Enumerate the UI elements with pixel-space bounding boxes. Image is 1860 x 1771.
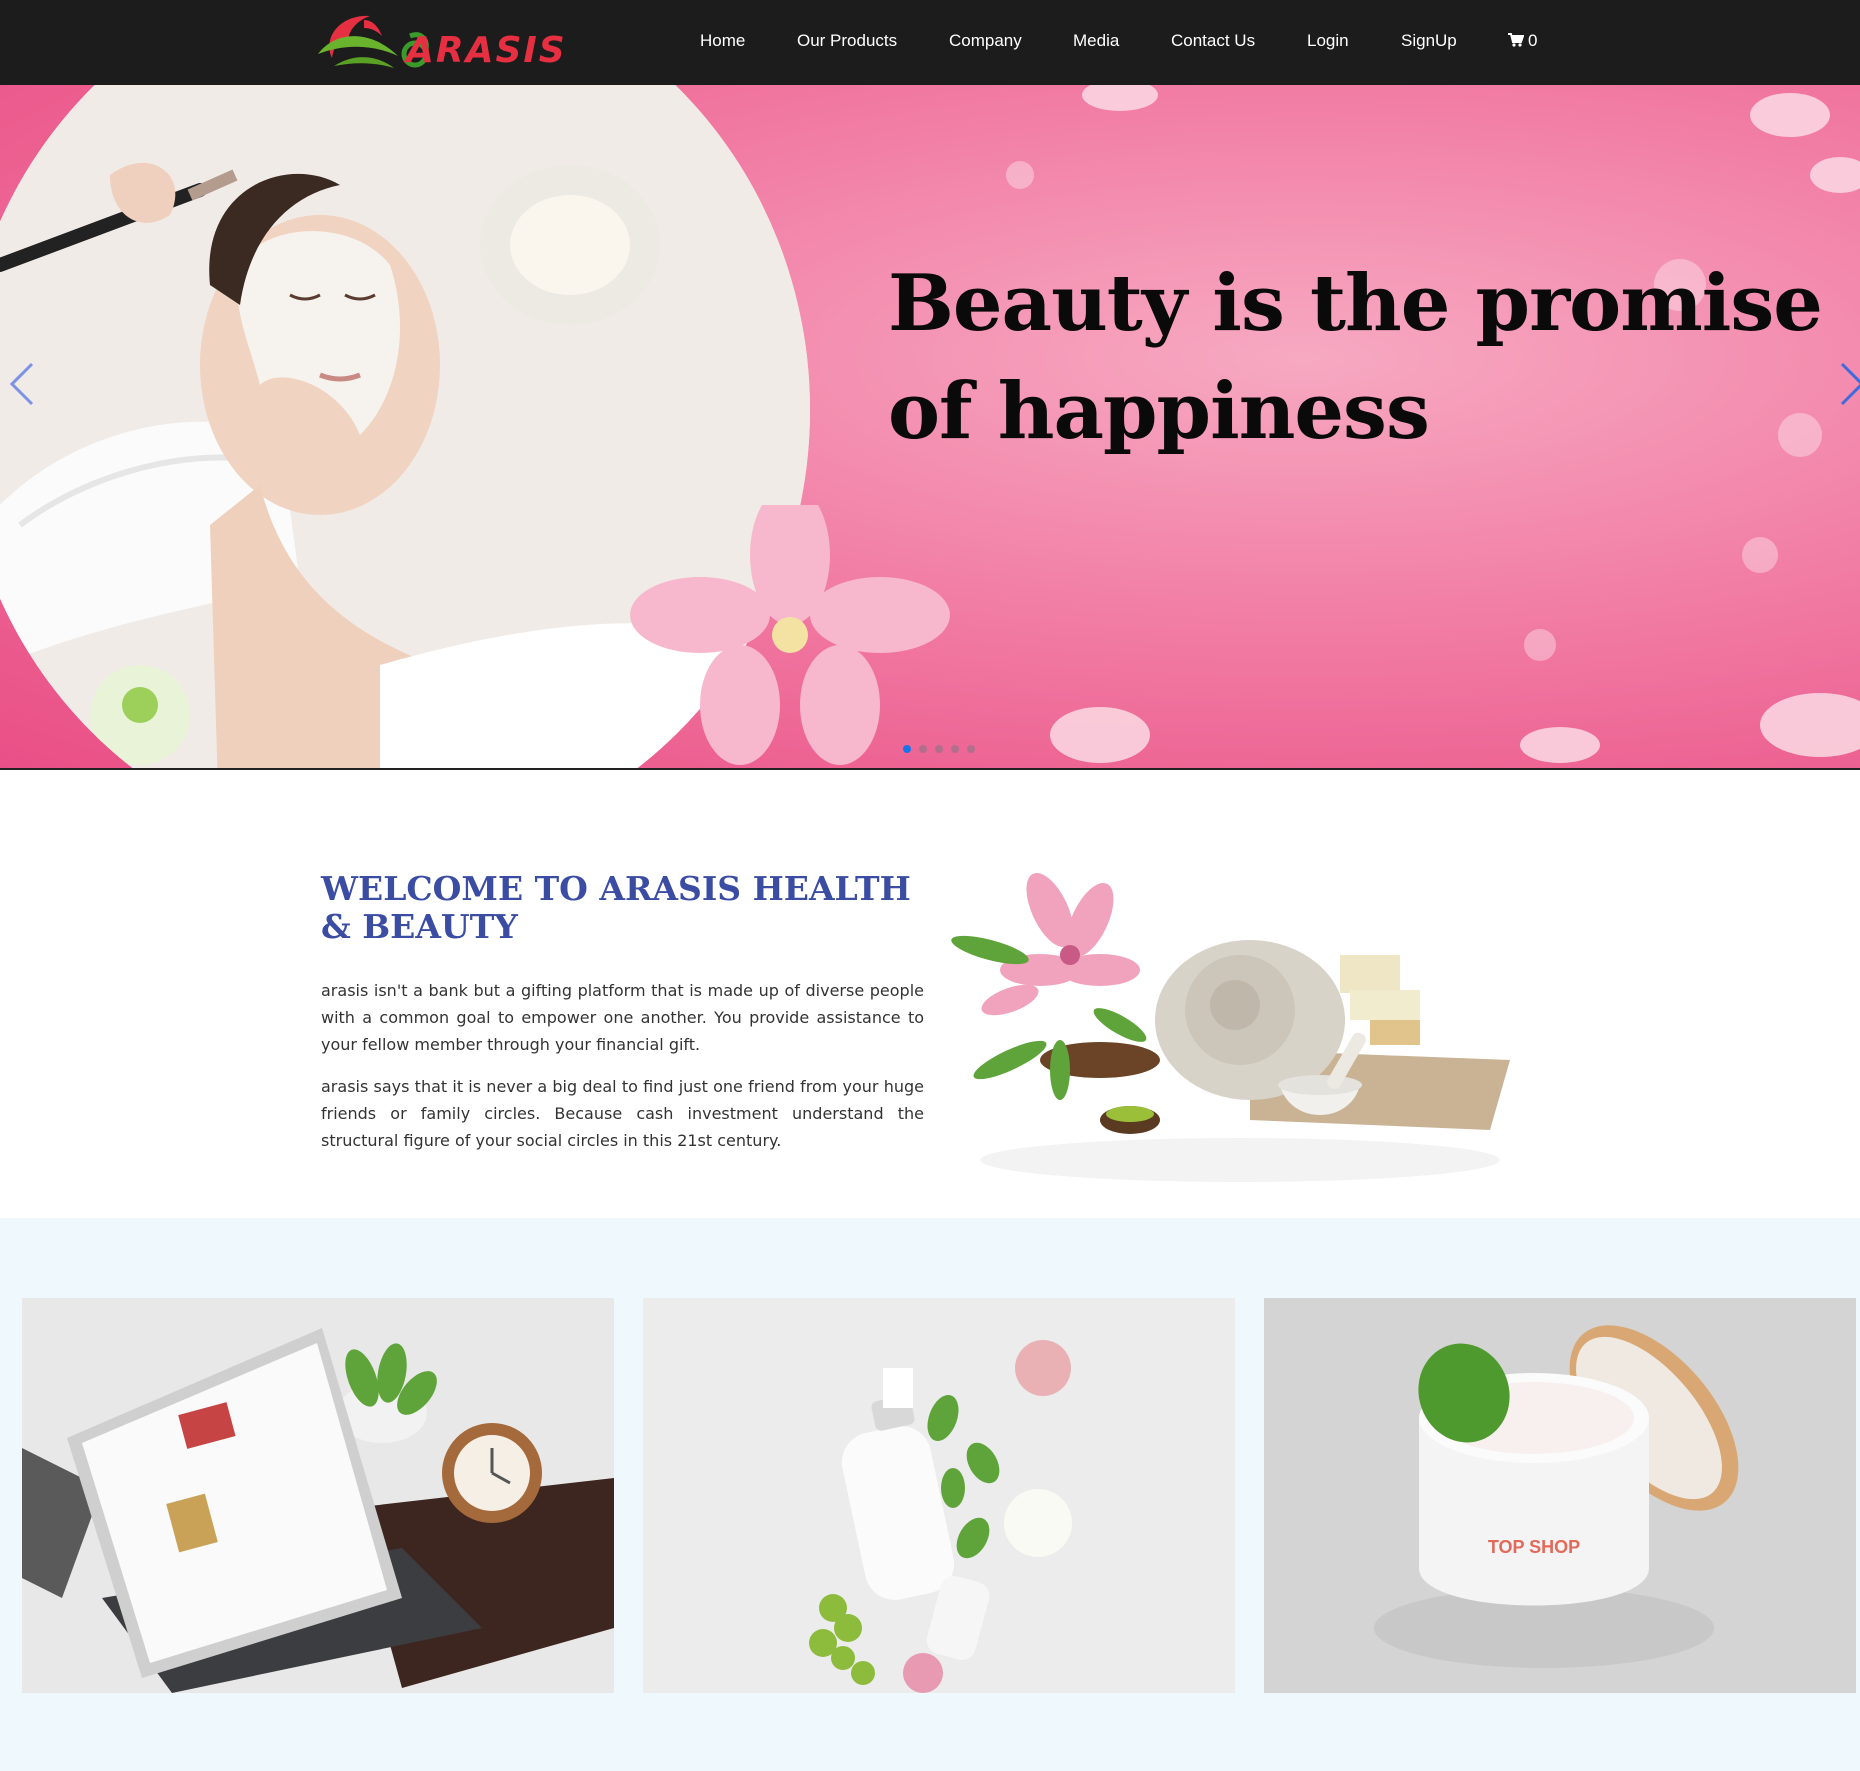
hero-slider: Beauty is the promise of happiness (0, 85, 1860, 770)
gallery-card-cream-jar[interactable]: TOP SHOP (1264, 1298, 1856, 1693)
nav-contact-us[interactable]: Contact Us (1171, 31, 1255, 51)
chevron-left-icon[interactable] (8, 360, 36, 408)
slider-dots (903, 745, 983, 755)
gallery-card-tablet[interactable] (22, 1298, 614, 1693)
welcome-title: WELCOME TO ARASIS HEALTH & BEAUTY (321, 869, 911, 946)
cart-icon (1508, 33, 1524, 47)
welcome-paragraph-1: arasis isn't a bank but a gifting platfo… (321, 981, 924, 1054)
navbar: ARASIS Home Our Products Company Media C… (0, 0, 1860, 85)
slider-dot-4[interactable] (951, 745, 959, 753)
nav-signup[interactable]: SignUp (1401, 31, 1457, 51)
slider-dot-2[interactable] (919, 745, 927, 753)
cart-count: 0 (1528, 31, 1538, 50)
tablet-workspace-image (22, 1298, 614, 1693)
cream-jar-image: TOP SHOP (1264, 1298, 1856, 1693)
gallery-section: TOP SHOP (0, 1218, 1860, 1771)
cosmetic-bottles-image (643, 1298, 1235, 1693)
slider-dot-1[interactable] (903, 745, 911, 753)
pink-flower-decoration (630, 505, 950, 765)
nav-company[interactable]: Company (949, 31, 1022, 51)
nav-home[interactable]: Home (700, 31, 745, 51)
jar-label: TOP SHOP (1488, 1537, 1580, 1557)
nav-our-products[interactable]: Our Products (797, 31, 897, 51)
slider-dot-3[interactable] (935, 745, 943, 753)
nav-login[interactable]: Login (1307, 31, 1349, 51)
spa-products-image (950, 860, 1520, 1200)
gallery-card-bottles[interactable] (643, 1298, 1235, 1693)
nav-media[interactable]: Media (1073, 31, 1119, 51)
hero-title: Beauty is the promise of happiness (888, 258, 1823, 457)
nav-cart[interactable]: 0 (1508, 31, 1537, 51)
slider-dot-5[interactable] (967, 745, 975, 753)
welcome-paragraph-2: arasis says that it is never a big deal … (321, 1077, 924, 1150)
main-nav: Home Our Products Company Media Contact … (0, 0, 1860, 85)
chevron-right-icon[interactable] (1838, 360, 1860, 408)
